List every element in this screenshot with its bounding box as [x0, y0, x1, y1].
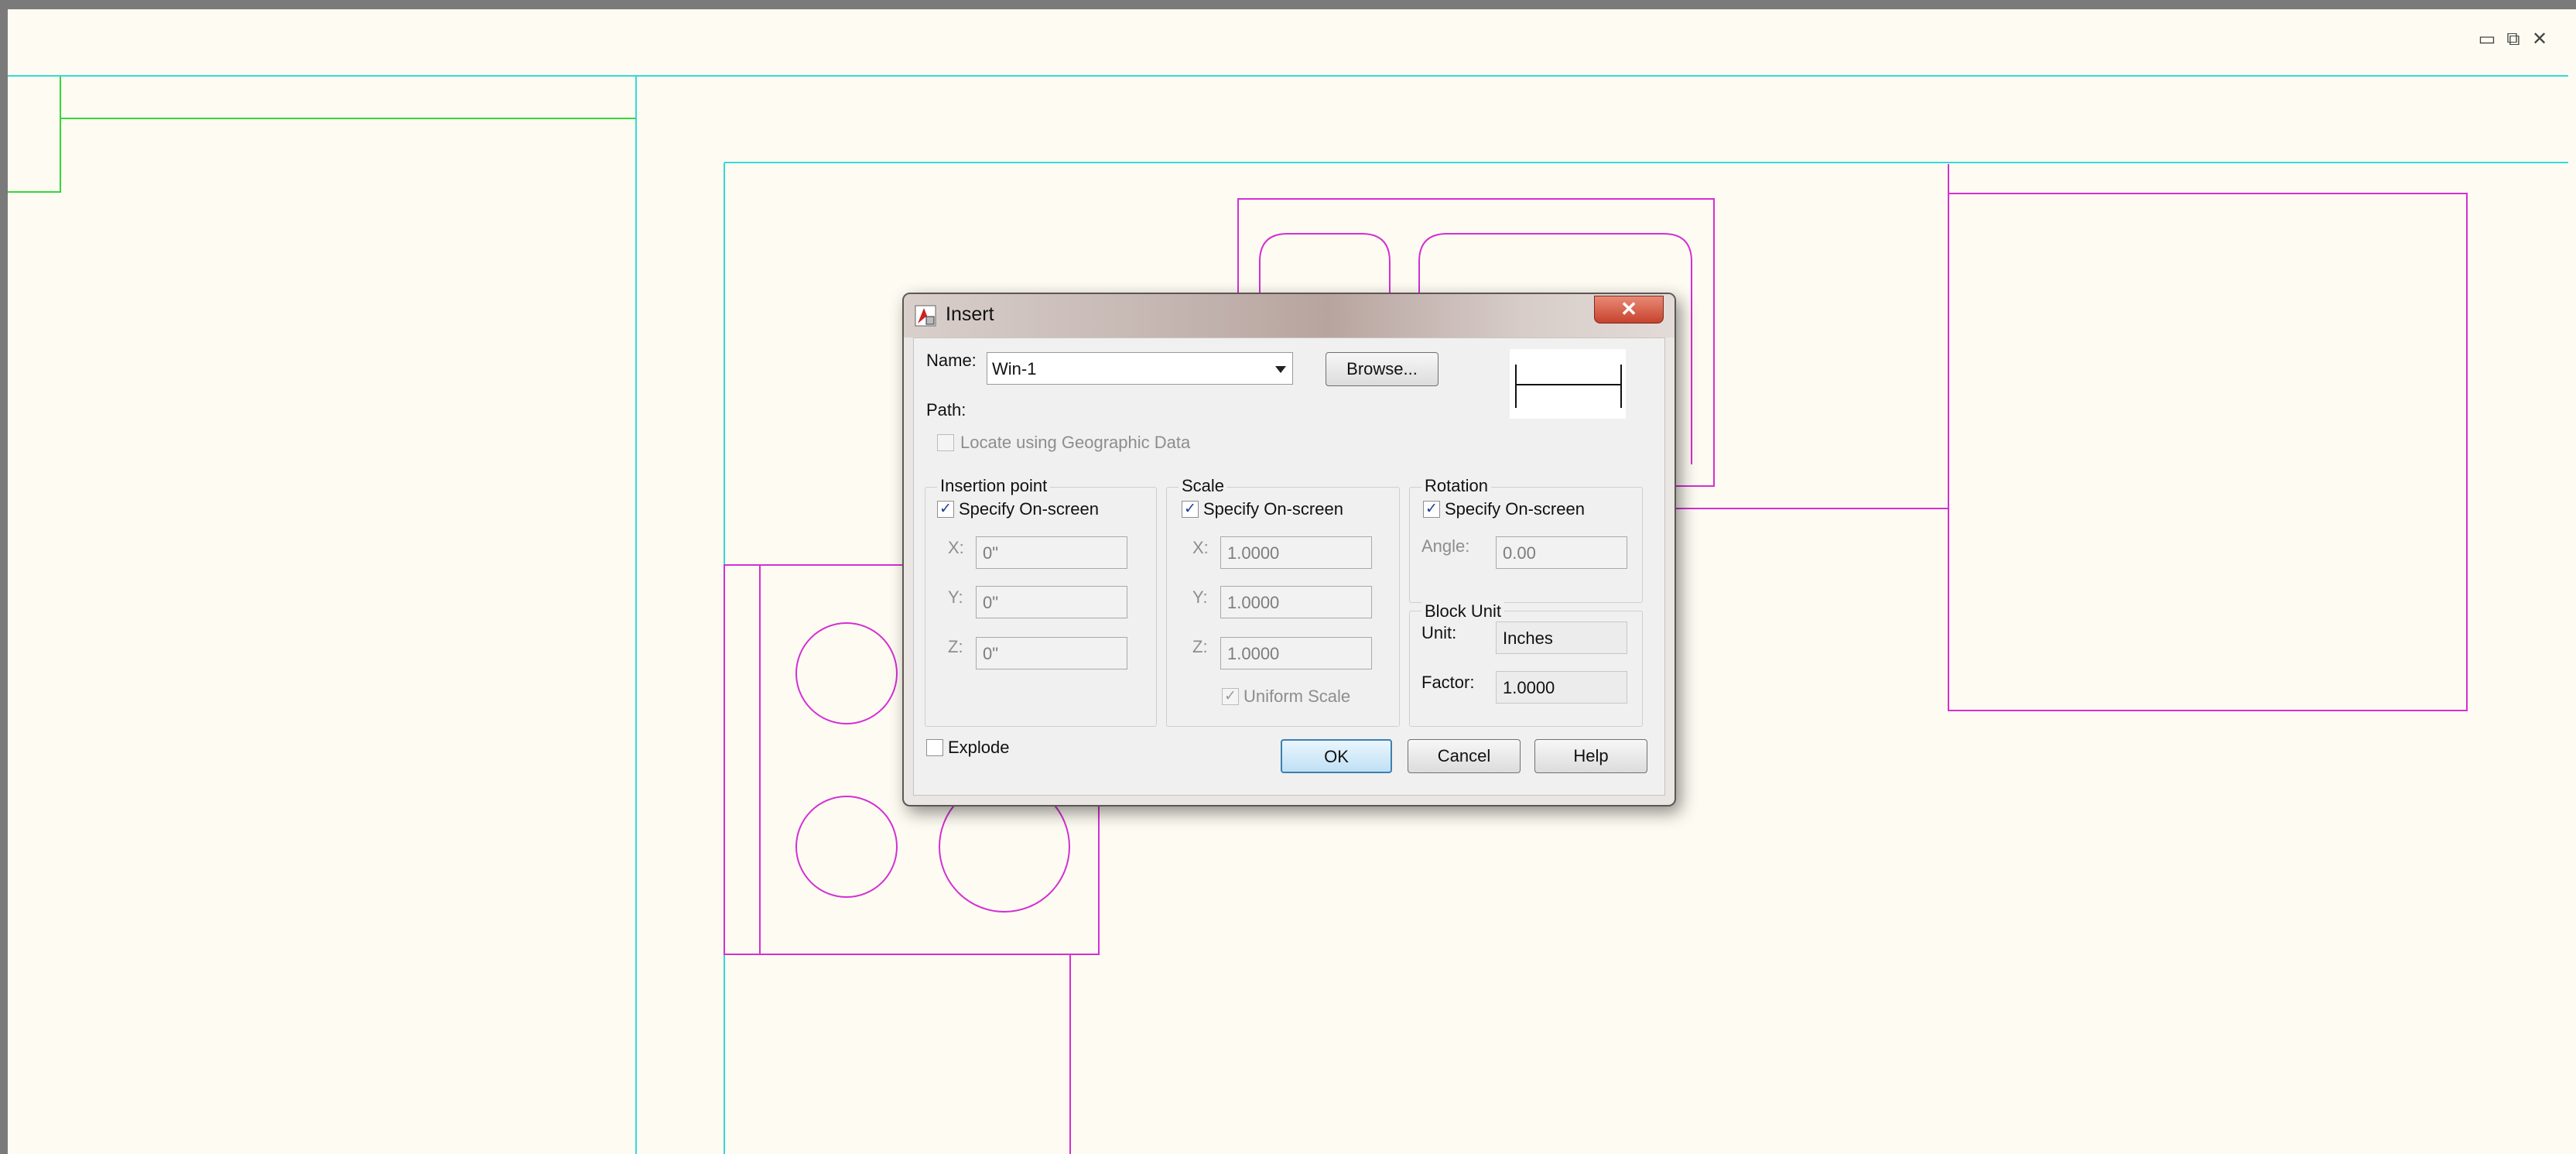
scale-z-field: 1.0000	[1220, 637, 1372, 669]
scale-z-label: Z:	[1192, 637, 1208, 656]
scale-y-field: 1.0000	[1220, 586, 1372, 618]
browse-button[interactable]: Browse...	[1326, 352, 1439, 386]
insertion-z-field: 0"	[976, 637, 1127, 669]
window-controls: ▭ ⧉ ✕	[2477, 29, 2550, 54]
rotation-specify-label: Specify On-screen	[1445, 499, 1585, 519]
path-label: Path:	[926, 400, 966, 419]
rotation-specify-checkbox[interactable]: ✓	[1423, 501, 1440, 518]
green-linework	[8, 75, 637, 193]
insertion-y-field: 0"	[976, 586, 1127, 618]
insertion-y-label: Y:	[948, 587, 963, 607]
explode-label: Explode	[948, 738, 1010, 757]
block-unit-title: Block Unit	[1421, 601, 1505, 622]
chevron-down-icon[interactable]	[1275, 366, 1286, 373]
magenta-rounded-shape	[1259, 233, 1391, 296]
name-combobox[interactable]: Win-1	[987, 352, 1293, 385]
scale-title: Scale	[1179, 476, 1228, 496]
geographic-data-label: Locate using Geographic Data	[960, 433, 1191, 452]
geographic-data-checkbox	[937, 434, 954, 451]
uniform-scale-checkbox: ✓	[1222, 688, 1239, 705]
uniform-scale-label: Uniform Scale	[1244, 687, 1351, 706]
unit-label: Unit:	[1421, 623, 1457, 642]
block-preview	[1510, 349, 1626, 419]
insert-block-icon	[915, 305, 936, 327]
insertion-specify-checkbox[interactable]: ✓	[937, 501, 954, 518]
minimize-icon[interactable]: ▭	[2477, 29, 2497, 50]
scale-y-label: Y:	[1192, 587, 1208, 607]
insertion-x-field: 0"	[976, 536, 1127, 569]
magenta-circle	[795, 796, 898, 898]
close-icon[interactable]: ✕	[2530, 29, 2550, 50]
insertion-z-label: Z:	[948, 637, 963, 656]
unit-field: Inches	[1496, 622, 1627, 654]
cancel-button[interactable]: Cancel	[1408, 739, 1521, 773]
insertion-x-label: X:	[948, 538, 964, 557]
dialog-body: Name: Win-1 Browse... Path: Locate using…	[913, 337, 1665, 796]
window-frame-left	[0, 0, 8, 1154]
name-value: Win-1	[992, 359, 1037, 378]
scale-x-field: 1.0000	[1220, 536, 1372, 569]
help-button[interactable]: Help	[1534, 739, 1647, 773]
scale-specify-label: Specify On-screen	[1203, 499, 1343, 519]
factor-field: 1.0000	[1496, 671, 1627, 704]
angle-label: Angle:	[1421, 536, 1470, 556]
scale-x-label: X:	[1192, 538, 1209, 557]
dialog-close-button[interactable]: ✕	[1594, 296, 1664, 324]
scale-specify-checkbox[interactable]: ✓	[1182, 501, 1199, 518]
explode-checkbox[interactable]	[926, 739, 943, 756]
dialog-title: Insert	[946, 303, 994, 325]
dialog-titlebar[interactable]: Insert ✕	[904, 294, 1675, 337]
magenta-circle	[795, 622, 898, 724]
restore-icon[interactable]: ⧉	[2503, 29, 2523, 50]
angle-field: 0.00	[1496, 536, 1627, 569]
factor-label: Factor:	[1421, 673, 1475, 692]
magenta-rect	[1948, 193, 2468, 711]
name-label: Name:	[926, 351, 977, 370]
ok-button[interactable]: OK	[1281, 739, 1392, 773]
insertion-point-title: Insertion point	[937, 476, 1051, 496]
insert-dialog: Insert ✕ Name: Win-1 Browse... Path: Loc…	[902, 293, 1676, 806]
rotation-title: Rotation	[1421, 476, 1491, 496]
insertion-specify-label: Specify On-screen	[959, 499, 1099, 519]
window-frame-top	[0, 0, 2576, 9]
